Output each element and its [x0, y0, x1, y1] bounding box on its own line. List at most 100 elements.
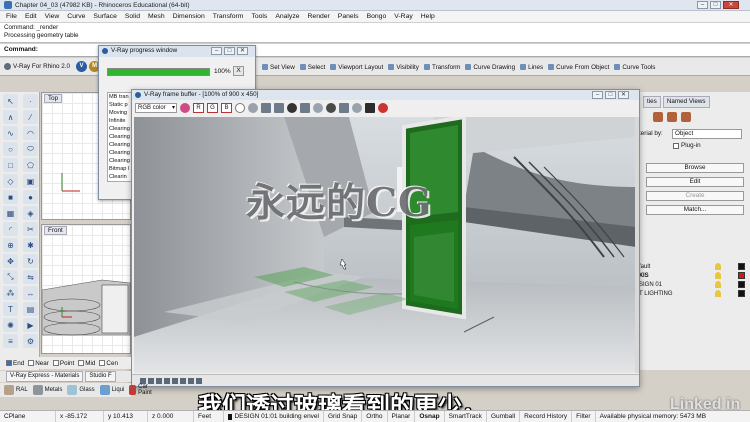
- polyline-icon[interactable]: ∧: [3, 110, 18, 124]
- fb-lut-icon[interactable]: [196, 377, 202, 384]
- menu-edit[interactable]: Edit: [25, 13, 37, 20]
- tab-viewport-layout[interactable]: Viewport Layout: [330, 64, 383, 71]
- pixel-info-icon[interactable]: [352, 103, 362, 113]
- move-icon[interactable]: ✥: [3, 254, 18, 268]
- array-icon[interactable]: ⁂: [3, 286, 18, 300]
- close-icon[interactable]: ✕: [618, 91, 629, 99]
- tab-select[interactable]: Select: [299, 64, 325, 71]
- tab-transform[interactable]: Transform: [423, 64, 460, 71]
- status-smarttrack[interactable]: SmartTrack: [445, 410, 487, 422]
- menu-bongo[interactable]: Bongo: [367, 13, 387, 20]
- layer-row[interactable]: T LIGHTING: [633, 289, 750, 298]
- status-record-history[interactable]: Record History: [520, 410, 573, 422]
- join-icon[interactable]: ⊕: [3, 238, 18, 252]
- texture-icon[interactable]: [667, 112, 677, 122]
- menu-render[interactable]: Render: [308, 13, 330, 20]
- menu-mesh[interactable]: Mesh: [148, 13, 165, 20]
- layer-color-swatch[interactable]: [738, 272, 745, 279]
- menu-vray[interactable]: V-Ray: [394, 13, 413, 20]
- rotate-icon[interactable]: ↻: [23, 254, 38, 268]
- fb-srgb-icon[interactable]: [188, 377, 194, 384]
- mesh-icon[interactable]: ▦: [3, 206, 18, 220]
- status-gumball[interactable]: Gumball: [487, 410, 521, 422]
- status-units[interactable]: Feet: [194, 410, 224, 422]
- status-layer[interactable]: DESIGN 01:01 building envel: [224, 410, 324, 422]
- surface-icon[interactable]: ◇: [3, 174, 18, 188]
- fb-settings-icon[interactable]: [140, 377, 146, 384]
- line-icon[interactable]: ⁄: [23, 110, 38, 124]
- tab-named-views[interactable]: Named Views: [662, 96, 710, 108]
- osnap-checkbox[interactable]: [99, 360, 106, 366]
- lightbulb-icon[interactable]: [715, 281, 721, 288]
- explode-icon[interactable]: ✱: [23, 238, 38, 252]
- circle-icon[interactable]: ○: [3, 142, 18, 156]
- point-icon[interactable]: ·: [23, 94, 38, 108]
- tab-set-view[interactable]: Set View: [262, 64, 295, 71]
- extrude-icon[interactable]: ▣: [23, 174, 38, 188]
- tab-curve-drawing[interactable]: Curve Drawing: [465, 64, 515, 71]
- menu-help[interactable]: Help: [421, 13, 435, 20]
- menu-solid[interactable]: Solid: [125, 13, 140, 20]
- layer-row[interactable]: SIGN 01: [633, 280, 750, 289]
- status-cplane[interactable]: CPlane: [0, 410, 56, 422]
- tab-studio[interactable]: Studio F: [85, 371, 116, 382]
- select-arrow-icon[interactable]: ↖: [3, 94, 18, 108]
- green-channel-button[interactable]: G: [207, 103, 218, 113]
- light-icon[interactable]: ✺: [3, 318, 18, 332]
- minimize-icon[interactable]: –: [211, 47, 222, 55]
- material-item[interactable]: Liqui: [99, 385, 124, 395]
- progress-close-button[interactable]: X: [233, 66, 244, 76]
- boolean-icon[interactable]: ◈: [23, 206, 38, 220]
- osnap-point[interactable]: Point: [52, 360, 74, 367]
- status-grid-snap[interactable]: Grid Snap: [324, 410, 363, 422]
- close-icon[interactable]: ✕: [723, 1, 739, 9]
- save-image-icon[interactable]: [261, 103, 271, 113]
- osnap-mid[interactable]: Mid: [78, 360, 95, 367]
- clear-image-icon[interactable]: [287, 103, 297, 113]
- menu-panels[interactable]: Panels: [338, 13, 359, 20]
- menu-transform[interactable]: Transform: [213, 13, 244, 20]
- plugin-checkbox[interactable]: [673, 142, 679, 149]
- close-icon[interactable]: ✕: [237, 47, 248, 55]
- blue-channel-button[interactable]: B: [221, 103, 232, 113]
- lightbulb-icon[interactable]: [715, 272, 721, 279]
- track-mouse-icon[interactable]: [313, 103, 323, 113]
- maximize-icon[interactable]: □: [710, 1, 721, 9]
- sphere-icon[interactable]: ●: [23, 190, 38, 204]
- layer-row[interactable]: XIS: [633, 271, 750, 280]
- osnap-checkbox[interactable]: [6, 360, 12, 366]
- menu-view[interactable]: View: [45, 13, 60, 20]
- scale-icon[interactable]: ⤡: [3, 270, 18, 284]
- material-item[interactable]: Glass: [67, 385, 95, 395]
- vray-options-button[interactable]: V: [76, 61, 88, 72]
- tab-curve-tools[interactable]: Curve Tools: [614, 64, 655, 71]
- frame-buffer-scrollbar[interactable]: [635, 117, 639, 373]
- tab-lines[interactable]: Lines: [520, 64, 543, 71]
- status-ortho[interactable]: Ortho: [362, 410, 388, 422]
- rendered-image[interactable]: [134, 117, 636, 373]
- menu-tools[interactable]: Tools: [251, 13, 267, 20]
- fb-lens-icon[interactable]: [156, 377, 162, 384]
- lightbulb-icon[interactable]: [715, 263, 721, 270]
- edit-button[interactable]: Edit: [646, 177, 744, 187]
- create-button[interactable]: Create: [646, 191, 744, 201]
- text-icon[interactable]: T: [3, 302, 18, 316]
- status-planar[interactable]: Planar: [388, 410, 416, 422]
- fb-zoom-icon[interactable]: [148, 377, 154, 384]
- menu-dimension[interactable]: Dimension: [173, 13, 205, 20]
- color-picker-icon[interactable]: [180, 103, 190, 113]
- trim-icon[interactable]: ✂: [23, 222, 38, 236]
- render-region-icon[interactable]: [326, 103, 336, 113]
- minimize-icon[interactable]: –: [592, 91, 603, 99]
- mono-icon[interactable]: [248, 103, 258, 113]
- link-icon[interactable]: [339, 103, 349, 113]
- match-button[interactable]: Match...: [646, 205, 744, 215]
- maximize-icon[interactable]: □: [224, 47, 235, 55]
- maximize-icon[interactable]: □: [605, 91, 616, 99]
- tab-properties[interactable]: ties: [643, 96, 661, 108]
- menu-file[interactable]: File: [6, 13, 17, 20]
- hatch-icon[interactable]: ▤: [23, 302, 38, 316]
- layer-row[interactable]: fault: [633, 262, 750, 271]
- lightbulb-icon[interactable]: [715, 290, 721, 297]
- material-item[interactable]: Metals: [32, 385, 62, 395]
